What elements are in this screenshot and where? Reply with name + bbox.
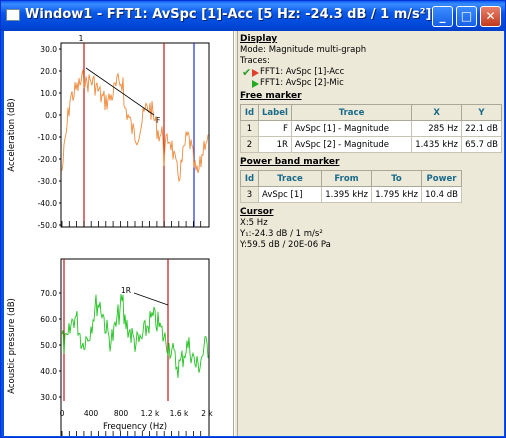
marker-f-label: F [156, 116, 160, 125]
cell-id: 2 [240, 136, 259, 153]
free-marker-table: Id Label Trace X Y 1 F AvSpc [1] - Magni… [240, 104, 502, 153]
main-window: Window1 - FFT1: AvSpc [1]-Acc [5 Hz: -24… [0, 0, 506, 438]
x-axis-label: Frequency (Hz) [103, 422, 167, 432]
trace-item-2[interactable]: FFT1: AvSpc [2]-Mic [240, 78, 502, 89]
top-y-ticks: 30.0 20.0 10.0 0.0 -10.0 -20.0 -30.0 -40.0 -50.0 [38, 45, 61, 230]
cell-trace[interactable]: AvSpc [2] - Magnitude [290, 136, 413, 153]
y-tick-label: -50.0 [38, 221, 58, 230]
cell-label[interactable]: F [258, 120, 292, 137]
app-chart-icon [6, 9, 20, 21]
cursor-y1: Y₁:-24.3 dB / 1 m/s² [240, 229, 323, 239]
x-tick-label: 1.6 k [170, 409, 189, 418]
x-tick-label: 800 [114, 409, 129, 418]
display-section-title: Display [240, 34, 278, 44]
client-area: Acceleration (dB) 30.0 20.0 10.0 0.0 -10.0 -2… [4, 31, 504, 438]
cell-label[interactable]: 1R [258, 136, 292, 153]
y-tick-label: 10.0 [40, 89, 57, 98]
cell-from[interactable]: 1.395 kHz [321, 186, 372, 203]
title-bar[interactable]: Window1 - FFT1: AvSpc [1]-Acc [5 Hz: -24… [1, 1, 505, 31]
cell-x[interactable]: 1.435 kHz [411, 136, 462, 153]
info-pane: Display Mode: Magnitude multi-graph Trac… [238, 31, 504, 436]
cell-y: 22.1 dB [461, 120, 502, 137]
y-tick-label: 20.0 [40, 67, 57, 76]
column-header[interactable]: Label [258, 104, 292, 121]
cell-id: 3 [240, 186, 259, 203]
table-row[interactable]: 3 AvSpc [1] 1.395 kHz 1.795 kHz 10.4 dB [240, 186, 462, 203]
trace-name: FFT1: AvSpc [2]-Mic [260, 78, 344, 88]
x-tick-label: 1.2 k [141, 409, 160, 418]
cell-id: 1 [240, 120, 259, 137]
trace-item-1[interactable]: ✔ FFT1: AvSpc [1]-Acc [240, 67, 502, 78]
cell-y: 65.7 dB [461, 136, 502, 153]
table-row[interactable]: 2 1R AvSpc [2] - Magnitude 1.435 kHz 65.… [240, 136, 502, 153]
window-title: Window1 - FFT1: AvSpc [1]-Acc [5 Hz: -24… [25, 7, 432, 22]
column-header[interactable]: Id [240, 104, 259, 121]
cell-to[interactable]: 1.795 kHz [371, 186, 422, 203]
marker-1r-label: 1R [121, 286, 131, 295]
y-tick-label: 30.0 [40, 45, 57, 54]
y-tick-label: 0.0 [45, 111, 57, 120]
cursor-x: X:5 Hz [240, 218, 268, 228]
y-tick-label: -10.0 [38, 133, 58, 142]
bottom-y-axis-label: Acoustic pressure (dB) [7, 298, 17, 394]
column-header[interactable]: Power [421, 170, 462, 187]
cell-trace[interactable]: AvSpc [1] - Magnitude [290, 120, 413, 137]
y-tick-label: -30.0 [38, 177, 58, 186]
x-tick-label: 2 k [201, 409, 213, 418]
y-tick-label: -40.0 [38, 199, 58, 208]
y-tick-label: 70.0 [40, 289, 57, 298]
power-band-section-title: Power band marker [240, 157, 340, 167]
column-header[interactable]: Trace [258, 170, 322, 187]
cursor-section-title: Cursor [240, 207, 274, 217]
column-header[interactable]: Trace [290, 104, 413, 121]
play-arrow-icon [252, 79, 259, 88]
trace-name: FFT1: AvSpc [1]-Acc [260, 67, 345, 77]
maximize-button[interactable]: □ [456, 6, 477, 27]
spectrum-graphs[interactable]: Acceleration (dB) 30.0 20.0 10.0 0.0 -10.0 -2… [4, 31, 234, 438]
cursor-y2: Y:59.5 dB / 20E-06 Pa [240, 240, 331, 250]
y-tick-label: -20.0 [38, 155, 58, 164]
power-band-table: Id Trace From To Power 3 AvSpc [1] 1.395… [240, 170, 462, 203]
free-marker-section-title: Free marker [240, 91, 302, 101]
table-row[interactable]: 1 F AvSpc [1] - Magnitude 285 Hz 22.1 dB [240, 120, 502, 137]
y-tick-label: 30.0 [40, 393, 57, 402]
x-tick-label: 0 [60, 409, 65, 418]
cell-trace[interactable]: AvSpc [1] [258, 186, 322, 203]
column-header[interactable]: Id [240, 170, 259, 187]
y-tick-label: 50.0 [40, 341, 57, 350]
x-tick-label: 400 [84, 409, 99, 418]
plot-pane[interactable]: Acceleration (dB) 30.0 20.0 10.0 0.0 -10.0 -2… [4, 31, 234, 438]
y-tick-label: 40.0 [40, 367, 57, 376]
y-tick-label: 60.0 [40, 315, 57, 324]
traces-label: Traces: [240, 56, 270, 66]
play-arrow-icon [252, 68, 259, 77]
top-y-axis-label: Acceleration (dB) [7, 98, 17, 171]
column-header[interactable]: To [371, 170, 422, 187]
minimize-button[interactable]: _ [432, 6, 453, 27]
cell-x[interactable]: 285 Hz [411, 120, 462, 137]
column-header[interactable]: Y [461, 104, 502, 121]
close-button[interactable]: ✕ [480, 6, 501, 27]
display-mode: Mode: Magnitude multi-graph [240, 45, 367, 55]
bottom-y-ticks: 70.0 60.0 50.0 40.0 30.0 [40, 289, 61, 402]
column-header[interactable]: X [411, 104, 462, 121]
column-header[interactable]: From [321, 170, 372, 187]
marker-number-label: 1 [79, 34, 84, 43]
checkmark-icon: ✔ [242, 66, 252, 79]
cell-power: 10.4 dB [421, 186, 462, 203]
